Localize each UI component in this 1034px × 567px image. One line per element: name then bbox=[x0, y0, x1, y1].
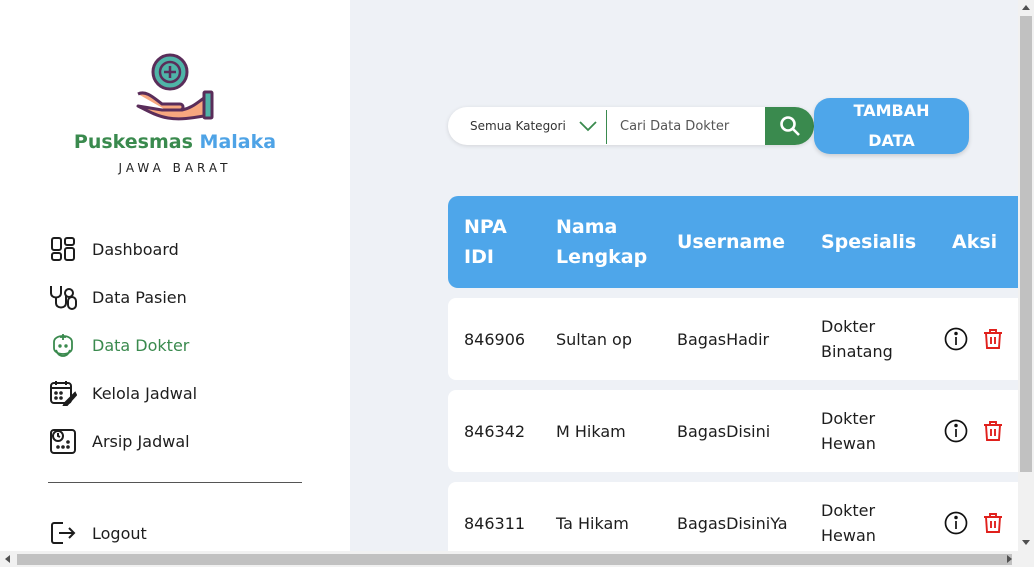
info-icon[interactable] bbox=[944, 511, 968, 535]
vertical-scrollbar-thumb[interactable] bbox=[1020, 16, 1032, 472]
info-icon[interactable] bbox=[944, 419, 968, 443]
cell-username: BagasDisini bbox=[677, 421, 771, 441]
sidebar: Puskesmas Malaka JAWA BARAT Dashboard Da… bbox=[0, 0, 350, 551]
add-data-button[interactable]: TAMBAH DATA bbox=[814, 98, 969, 154]
stethoscope-icon bbox=[48, 282, 78, 312]
sidebar-item-label: Data Dokter bbox=[92, 335, 190, 355]
horizontal-scrollbar-thumb[interactable] bbox=[17, 554, 1012, 565]
brand-name-part1: Puskesmas bbox=[73, 131, 193, 153]
search-icon bbox=[779, 116, 800, 136]
add-data-label: TAMBAH DATA bbox=[853, 101, 930, 150]
table-row: 846342 M Hikam BagasDisini Dokter Hewan bbox=[448, 390, 1018, 472]
search-button[interactable] bbox=[765, 107, 814, 145]
table-header: NPA IDI Nama Lengkap Username Spesialis … bbox=[448, 196, 1018, 288]
logout-icon bbox=[48, 518, 78, 548]
column-header-username: Username bbox=[677, 231, 786, 253]
dashboard-icon bbox=[48, 234, 78, 264]
logout-label: Logout bbox=[92, 523, 147, 543]
sidebar-item-data-dokter[interactable]: Data Dokter bbox=[48, 321, 197, 369]
cell-spesialis: Dokter Binatang bbox=[821, 317, 893, 361]
trash-icon[interactable] bbox=[981, 419, 1005, 443]
search-separator bbox=[606, 110, 607, 144]
column-header-npa: NPA IDI bbox=[464, 216, 507, 268]
calendar-edit-icon bbox=[48, 378, 78, 408]
column-header-nama: Nama Lengkap bbox=[556, 216, 648, 268]
cell-nama: M Hikam bbox=[556, 421, 626, 441]
info-icon[interactable] bbox=[944, 327, 968, 351]
sidebar-item-label: Arsip Jadwal bbox=[92, 431, 190, 451]
sidebar-item-label: Dashboard bbox=[92, 239, 179, 259]
sidebar-item-data-pasien[interactable]: Data Pasien bbox=[48, 273, 197, 321]
horizontal-scrollbar[interactable] bbox=[0, 551, 1034, 567]
trash-icon[interactable] bbox=[981, 511, 1005, 535]
sidebar-divider bbox=[48, 482, 302, 483]
sidebar-item-dashboard[interactable]: Dashboard bbox=[48, 225, 197, 273]
scroll-left-arrow-icon[interactable] bbox=[5, 555, 10, 563]
brand-name-part2: Malaka bbox=[199, 131, 277, 153]
scroll-up-arrow-icon[interactable] bbox=[1022, 5, 1030, 10]
sidebar-item-label: Kelola Jadwal bbox=[92, 383, 198, 403]
cell-npa: 846342 bbox=[464, 421, 526, 441]
cell-spesialis: Dokter Hewan bbox=[821, 409, 876, 453]
vertical-scrollbar[interactable] bbox=[1018, 0, 1034, 551]
column-header-aksi: Aksi bbox=[952, 231, 998, 253]
brand-region: JAWA BARAT bbox=[118, 161, 232, 175]
category-select[interactable]: Semua Kategori bbox=[470, 107, 566, 145]
brand-title: Puskesmas Malaka bbox=[0, 131, 350, 153]
scroll-right-arrow-icon[interactable] bbox=[1007, 555, 1012, 563]
table-row: 846906 Sultan op BagasHadir Dokter Binat… bbox=[448, 298, 1018, 380]
cell-username: BagasHadir bbox=[677, 329, 770, 349]
archive-schedule-icon bbox=[48, 426, 78, 456]
search-input[interactable] bbox=[620, 111, 760, 141]
column-header-spesialis: Spesialis bbox=[821, 231, 917, 253]
doctor-icon bbox=[48, 330, 78, 360]
trash-icon[interactable] bbox=[981, 327, 1005, 351]
cell-nama: Sultan op bbox=[556, 329, 632, 349]
scroll-down-arrow-icon[interactable] bbox=[1022, 540, 1030, 545]
search-bar: Semua Kategori bbox=[448, 107, 814, 145]
hand-plus-logo-icon bbox=[136, 53, 214, 121]
sidebar-item-arsip-jadwal[interactable]: Arsip Jadwal bbox=[48, 417, 197, 465]
logout-button[interactable]: Logout bbox=[48, 514, 147, 552]
sidebar-item-label: Data Pasien bbox=[92, 287, 187, 307]
sidebar-nav: Dashboard Data Pasien Data Dokter Kelola… bbox=[48, 225, 197, 465]
cell-npa: 846906 bbox=[464, 329, 526, 349]
chevron-down-icon[interactable] bbox=[578, 117, 598, 135]
sidebar-item-kelola-jadwal[interactable]: Kelola Jadwal bbox=[48, 369, 197, 417]
